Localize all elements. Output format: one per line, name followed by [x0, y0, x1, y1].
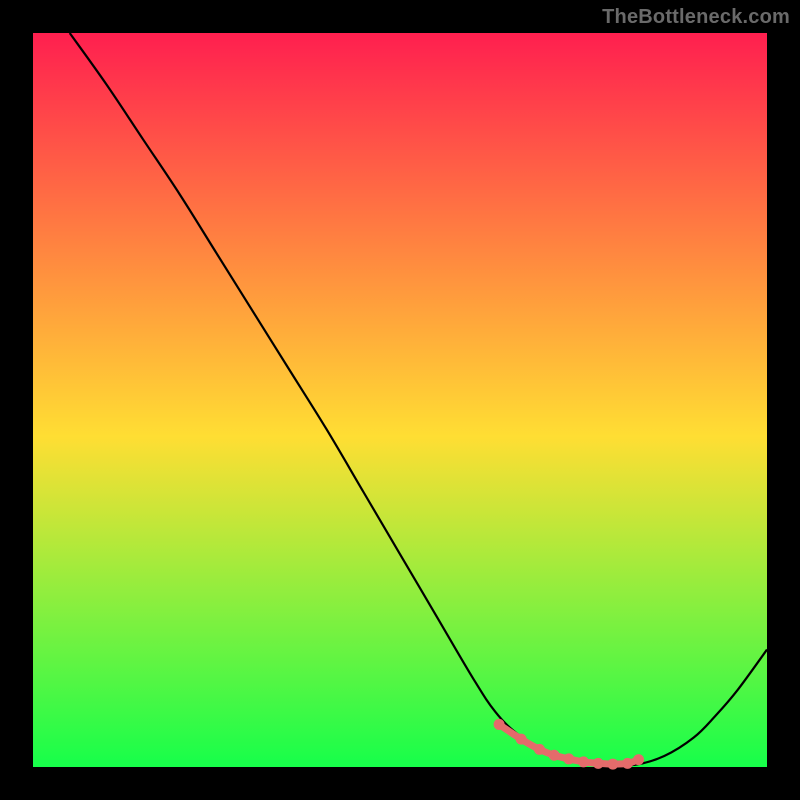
- highlight-dot: [563, 753, 574, 764]
- highlight-dot: [633, 754, 644, 765]
- gradient-plot-area: [33, 33, 767, 767]
- highlight-dot: [516, 734, 527, 745]
- highlight-dot: [534, 744, 545, 755]
- highlight-dot: [494, 719, 505, 730]
- chart-container: TheBottleneck.com: [0, 0, 800, 800]
- highlight-dot: [549, 750, 560, 761]
- watermark-text: TheBottleneck.com: [602, 6, 790, 29]
- highlight-dot: [622, 758, 633, 769]
- highlight-dot: [593, 758, 604, 769]
- highlight-dot: [578, 756, 589, 767]
- highlight-dot: [607, 759, 618, 770]
- chart-svg: [0, 0, 800, 800]
